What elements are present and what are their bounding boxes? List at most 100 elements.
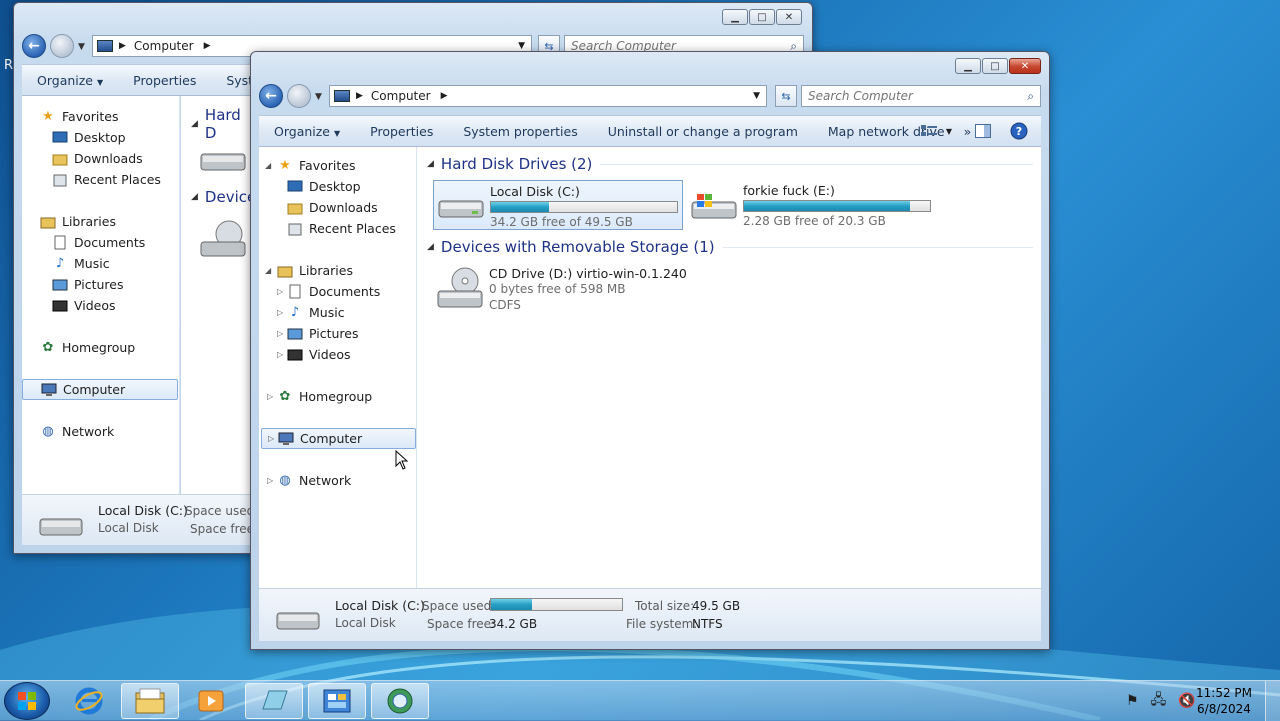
nav-libraries[interactable]: Libraries [40, 211, 116, 232]
refresh-button[interactable]: ⇆ [775, 85, 797, 107]
breadcrumb-arrow-icon[interactable]: ▶ [356, 91, 363, 101]
action-center-flag-icon[interactable]: ⚑ [1126, 693, 1139, 709]
help-icon[interactable]: ? [1009, 122, 1029, 140]
system-properties-button[interactable]: System properties [448, 124, 592, 139]
address-bar[interactable]: ▶ Computer ▶ ▼ [329, 85, 767, 107]
search-input[interactable] [802, 88, 1040, 104]
nav-network[interactable]: ◍ Network [40, 421, 114, 442]
nav-music[interactable]: ▷ ♪ Music [277, 302, 345, 323]
nav-libraries[interactable]: ◢ Libraries [265, 260, 353, 281]
cd-drive-icon[interactable] [199, 218, 247, 264]
taskbar-media-player[interactable] [182, 683, 240, 719]
expanded-arrow-icon[interactable]: ◢ [265, 161, 271, 170]
forward-button[interactable] [287, 84, 311, 108]
nav-favorites[interactable]: ★ Favorites [40, 106, 118, 127]
computer-icon [41, 382, 57, 398]
organize-button[interactable]: Organize ▼ [22, 73, 118, 88]
preview-pane-icon[interactable] [973, 122, 993, 140]
taskbar-internet-explorer[interactable] [60, 683, 118, 719]
address-dropdown-icon[interactable]: ▼ [518, 41, 525, 51]
nav-network[interactable]: ▷ ◍ Network [267, 470, 351, 491]
nav-pictures[interactable]: Pictures [52, 274, 124, 295]
breadcrumb-arrow-icon[interactable]: ▶ [204, 41, 211, 51]
nav-computer[interactable]: ▷ Computer [261, 428, 416, 449]
nav-music[interactable]: ♪ Music [52, 253, 110, 274]
nav-recent-places[interactable]: Recent Places [287, 218, 396, 239]
nav-downloads[interactable]: Downloads [52, 148, 143, 169]
nav-recent-places[interactable]: Recent Places [52, 169, 161, 190]
hard-disk-icon[interactable] [199, 146, 247, 176]
libraries-icon [40, 214, 56, 230]
search-icon[interactable]: ⌕ [1027, 89, 1034, 104]
nav-computer[interactable]: Computer [22, 379, 178, 400]
search-box[interactable]: ⌕ [801, 85, 1041, 107]
properties-button[interactable]: Properties [355, 124, 448, 139]
nav-homegroup[interactable]: ✿ Homegroup [40, 337, 136, 358]
maximize-button[interactable]: □ [749, 9, 775, 25]
minimize-button[interactable]: ▁ [722, 9, 748, 25]
collapsed-arrow-icon[interactable]: ▷ [268, 434, 274, 443]
change-view-icon[interactable] [919, 122, 939, 140]
nav-documents[interactable]: ▷ Documents [277, 281, 380, 302]
minimize-button[interactable]: ▁ [955, 58, 981, 74]
collapsed-arrow-icon[interactable]: ▷ [267, 476, 273, 485]
nav-favorites[interactable]: ◢ ★ Favorites [265, 155, 355, 176]
nav-videos[interactable]: ▷ Videos [277, 344, 351, 365]
drive-tile-e[interactable]: forkie fuck (E:) 2.28 GB free of 20.3 GB [687, 180, 937, 230]
collapse-triangle-icon[interactable]: ◢ [191, 192, 198, 202]
address-dropdown-icon[interactable]: ▼ [753, 91, 760, 101]
nav-pictures[interactable]: ▷ Pictures [277, 323, 359, 344]
view-options-dropdown-icon[interactable]: ▼ [939, 122, 959, 140]
back-button[interactable]: ← [259, 84, 283, 108]
history-dropdown-icon[interactable]: ▼ [78, 42, 85, 52]
history-dropdown-icon[interactable]: ▼ [315, 92, 322, 102]
collapsed-arrow-icon[interactable]: ▷ [277, 329, 283, 338]
details-usage-bar [490, 598, 623, 611]
collapsed-arrow-icon[interactable]: ▷ [277, 287, 283, 296]
forward-button[interactable] [50, 34, 74, 58]
breadcrumb-computer[interactable]: Computer [371, 89, 431, 103]
show-desktop-button[interactable] [1265, 681, 1280, 721]
nav-downloads[interactable]: Downloads [287, 197, 378, 218]
nav-videos[interactable]: Videos [52, 295, 116, 316]
nav-documents[interactable]: Documents [52, 232, 145, 253]
start-button[interactable] [4, 682, 50, 720]
expanded-arrow-icon[interactable]: ◢ [265, 266, 271, 275]
breadcrumb-arrow-icon[interactable]: ▶ [441, 91, 448, 101]
taskbar-control-panel[interactable] [308, 683, 366, 719]
properties-button[interactable]: Properties [118, 73, 211, 88]
collapsed-arrow-icon[interactable]: ▷ [267, 392, 273, 401]
drive-tile-c[interactable]: Local Disk (C:) 34.2 GB free of 49.5 GB [433, 180, 683, 230]
group-hard-disk-drives[interactable]: ◢ Hard Disk Drives (2) [427, 155, 1033, 173]
nav-desktop[interactable]: Desktop [287, 176, 361, 197]
close-button[interactable]: ✕ [1009, 58, 1041, 74]
network-tray-icon[interactable]: 🖧 [1151, 689, 1167, 713]
taskbar-notepad[interactable] [245, 683, 303, 719]
group-removable-storage[interactable]: ◢ Devices with Removable Storage (1) [427, 238, 1033, 256]
breadcrumb-computer[interactable]: Computer [134, 39, 194, 53]
collapse-triangle-icon[interactable]: ◢ [191, 119, 198, 129]
collapse-triangle-icon[interactable]: ◢ [427, 242, 434, 252]
explorer-window-front[interactable]: ▁ □ ✕ ← ▼ ▶ Computer ▶ ▼ ⇆ ⌕ Organize▼ P… [250, 51, 1050, 650]
collapse-triangle-icon[interactable]: ◢ [427, 159, 434, 169]
drive-tile-d[interactable]: CD Drive (D:) virtio-win-0.1.240 0 bytes… [433, 263, 693, 317]
system-clock[interactable]: 11:52 PM 6/8/2024 [1196, 685, 1252, 717]
computer-icon [334, 90, 350, 102]
nav-desktop[interactable]: Desktop [52, 127, 126, 148]
taskbar-network-app[interactable] [371, 683, 429, 719]
mouse-cursor-icon [395, 450, 409, 470]
back-button[interactable]: ← [22, 34, 46, 58]
organize-button[interactable]: Organize ▼ [259, 124, 355, 139]
taskbar-windows-explorer[interactable] [121, 683, 179, 719]
breadcrumb-arrow-icon[interactable]: ▶ [119, 41, 126, 51]
group-divider [722, 246, 1033, 248]
group-hard-disk-drives[interactable]: ◢ Hard D [191, 106, 251, 142]
maximize-button[interactable]: □ [982, 58, 1008, 74]
nav-homegroup[interactable]: ▷ ✿ Homegroup [267, 386, 372, 407]
collapsed-arrow-icon[interactable]: ▷ [277, 350, 283, 359]
music-note-icon: ♪ [55, 256, 65, 271]
close-button[interactable]: ✕ [776, 9, 802, 25]
collapsed-arrow-icon[interactable]: ▷ [277, 308, 283, 317]
volume-muted-icon[interactable]: 🔇 [1178, 693, 1195, 709]
uninstall-program-button[interactable]: Uninstall or change a program [593, 124, 813, 139]
